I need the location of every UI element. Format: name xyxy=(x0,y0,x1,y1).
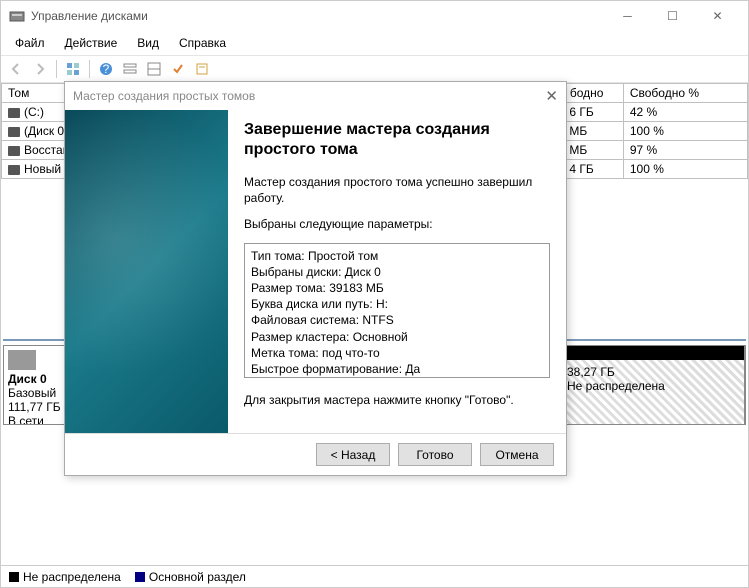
close-icon[interactable]: ✕ xyxy=(545,87,558,105)
refresh-icon[interactable] xyxy=(62,58,84,80)
toolbar: ? xyxy=(1,55,748,83)
legend-primary: Основной раздел xyxy=(135,570,246,584)
legend: Не распределена Основной раздел xyxy=(1,565,748,587)
dialog-footer: < Назад Готово Отмена xyxy=(65,433,566,475)
wizard-dialog: Мастер создания простых томов ✕ Завершен… xyxy=(64,81,567,476)
col-freepct[interactable]: Свободно % xyxy=(623,84,747,103)
dialog-title: Мастер создания простых томов xyxy=(73,89,255,103)
param-line: Файловая система: NTFS xyxy=(251,312,543,328)
dialog-msg2: Выбраны следующие параметры: xyxy=(244,216,550,232)
window-title: Управление дисками xyxy=(31,9,605,23)
unalloc-size: 38,27 ГБ xyxy=(567,365,615,379)
menu-view[interactable]: Вид xyxy=(129,33,167,53)
param-line: Тип тома: Простой том xyxy=(251,248,543,264)
param-line: Быстрое форматирование: Да xyxy=(251,361,543,377)
finish-button[interactable]: Готово xyxy=(398,443,472,466)
col-free[interactable]: бодно xyxy=(563,84,623,103)
titlebar: Управление дисками ─ ☐ ✕ xyxy=(1,1,748,31)
help-icon[interactable]: ? xyxy=(95,58,117,80)
dialog-msg3: Для закрытия мастера нажмите кнопку "Гот… xyxy=(244,392,550,408)
back-icon[interactable] xyxy=(5,58,27,80)
cancel-button[interactable]: Отмена xyxy=(480,443,554,466)
legend-unalloc: Не распределена xyxy=(9,570,121,584)
parameters-box[interactable]: Тип тома: Простой томВыбраны диски: Диск… xyxy=(244,243,550,378)
dialog-main: Завершение мастера создания простого том… xyxy=(228,110,566,433)
menu-help[interactable]: Справка xyxy=(171,33,234,53)
close-button[interactable]: ✕ xyxy=(695,2,740,30)
disk-type: Базовый xyxy=(8,386,56,400)
menu-file[interactable]: Файл xyxy=(7,33,53,53)
dialog-sidebar xyxy=(65,110,228,433)
properties-icon[interactable] xyxy=(191,58,213,80)
partition-unallocated[interactable]: 38,27 ГБ Не распределена xyxy=(564,346,745,424)
maximize-button[interactable]: ☐ xyxy=(650,2,695,30)
param-line: Метка тома: под что-то xyxy=(251,345,543,361)
view1-icon[interactable] xyxy=(119,58,141,80)
app-icon xyxy=(9,8,25,24)
disk-icon xyxy=(8,350,36,370)
param-line: Буква диска или путь: H: xyxy=(251,296,543,312)
disk-size: 111,77 ГБ xyxy=(8,400,61,414)
param-line: Применение сжатия файлов и папок: Нет xyxy=(251,377,543,378)
dialog-titlebar: Мастер создания простых томов ✕ xyxy=(65,82,566,110)
view2-icon[interactable] xyxy=(143,58,165,80)
back-button[interactable]: < Назад xyxy=(316,443,390,466)
menu-action[interactable]: Действие xyxy=(57,33,126,53)
param-line: Размер кластера: Основной xyxy=(251,329,543,345)
minimize-button[interactable]: ─ xyxy=(605,2,650,30)
unalloc-state: Не распределена xyxy=(567,379,665,393)
disk-label: Диск 0 xyxy=(8,372,47,386)
dialog-heading: Завершение мастера создания простого том… xyxy=(244,120,550,160)
disk-status: В сети xyxy=(8,414,44,424)
dialog-msg1: Мастер создания простого тома успешно за… xyxy=(244,174,550,206)
action-icon[interactable] xyxy=(167,58,189,80)
menubar: Файл Действие Вид Справка xyxy=(1,31,748,55)
svg-text:?: ? xyxy=(103,62,110,76)
param-line: Выбраны диски: Диск 0 xyxy=(251,264,543,280)
forward-icon[interactable] xyxy=(29,58,51,80)
param-line: Размер тома: 39183 МБ xyxy=(251,280,543,296)
